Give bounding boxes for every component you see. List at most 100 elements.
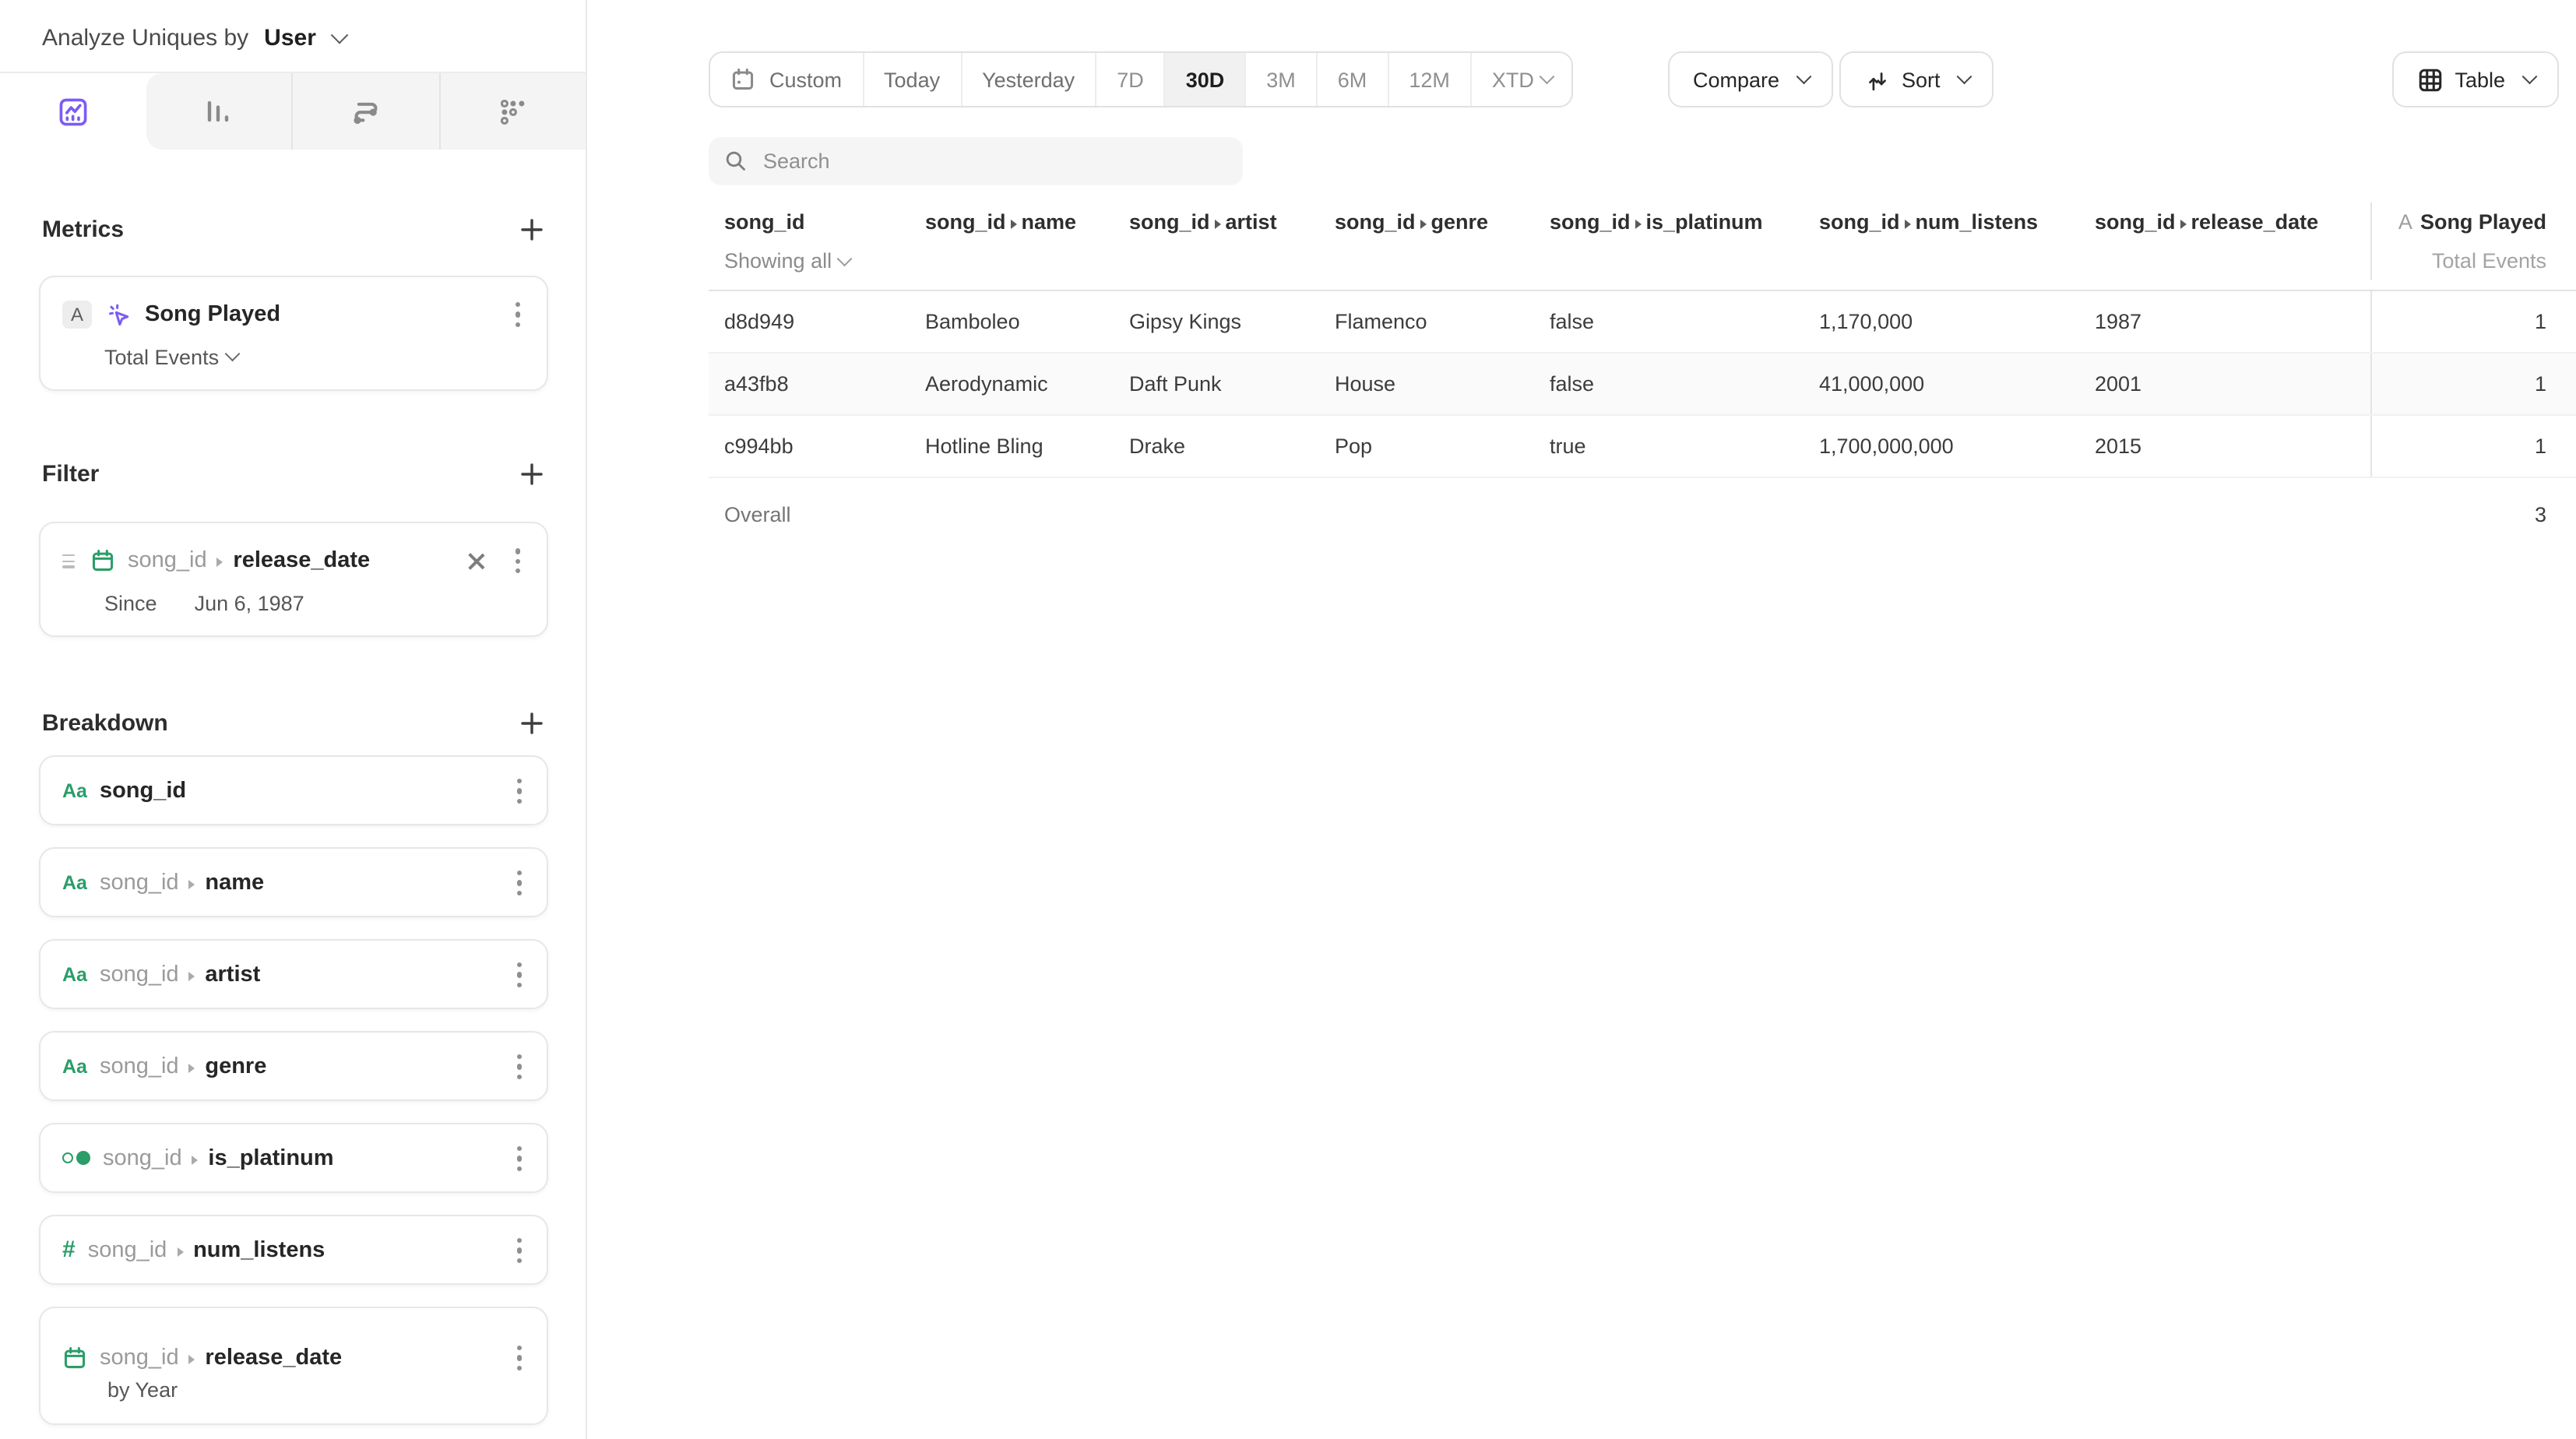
filter-value[interactable]: Jun 6, 1987 [195, 593, 304, 616]
breakdown-item[interactable]: song_id is_platinum [39, 1124, 548, 1194]
add-filter-button[interactable] [514, 456, 548, 491]
breakdown-item[interactable]: Aa song_id name [39, 848, 548, 918]
column-header-is-platinum[interactable]: song_idis_platinum [1534, 202, 1804, 280]
range-12m[interactable]: 12M [1388, 53, 1472, 106]
drag-handle-icon[interactable] [62, 554, 75, 568]
overall-metric-value: 3 [2370, 478, 2576, 550]
cell-genre: Flamenco [1319, 310, 1534, 333]
cell-release-date: 2015 [2079, 435, 2370, 458]
breakdown-property: song_id [88, 1238, 167, 1263]
column-header-artist[interactable]: song_idartist [1114, 202, 1319, 280]
cell-is-platinum: false [1534, 310, 1804, 333]
tab-insights[interactable] [0, 73, 146, 150]
remove-filter-icon[interactable] [465, 551, 485, 572]
breakdown-options-kebab-icon[interactable] [512, 958, 526, 992]
metric-event-name: Song Played [145, 302, 280, 327]
range-7d[interactable]: 7D [1096, 53, 1166, 106]
cell-song-id: c994bb [709, 435, 910, 458]
metric-aggregation[interactable]: Total Events [104, 346, 525, 369]
analysis-header: Analyze Uniques by User [0, 0, 586, 55]
tab-retention[interactable] [438, 73, 586, 150]
property-arrow-icon [192, 1156, 199, 1165]
results-panel: Custom Today Yesterday 7D 30D 3M 6M 12M … [589, 0, 2576, 1439]
breakdown-subproperty: name [205, 871, 264, 895]
filter-card[interactable]: song_id release_date Since Jun 6, 1987 [39, 522, 548, 637]
breakdown-modifier[interactable]: by Year [107, 1378, 526, 1402]
chevron-down-icon [1796, 69, 1810, 83]
number-type-icon: # [62, 1237, 76, 1264]
breakdown-item[interactable]: Aa song_id genre [39, 1032, 548, 1102]
tab-funnels[interactable] [146, 73, 291, 150]
property-arrow-icon [2180, 220, 2187, 229]
range-custom[interactable]: Custom [710, 53, 864, 106]
cell-release-date: 1987 [2079, 310, 2370, 333]
range-6m[interactable]: 6M [1318, 53, 1389, 106]
view-type-label: Table [2455, 68, 2505, 91]
view-type-button[interactable]: Table [2392, 51, 2559, 107]
cell-release-date: 2001 [2079, 372, 2370, 396]
breakdown-item[interactable]: # song_id num_listens [39, 1216, 548, 1286]
sort-button[interactable]: Sort [1839, 51, 1994, 107]
breakdown-options-kebab-icon[interactable] [512, 866, 526, 900]
metric-aggregation-label: Total Events [104, 346, 219, 369]
range-yesterday[interactable]: Yesterday [962, 53, 1096, 106]
breakdown-options-kebab-icon[interactable] [512, 1233, 526, 1268]
column-header-genre[interactable]: song_idgenre [1319, 202, 1534, 280]
filter-options-kebab-icon[interactable] [510, 544, 525, 578]
breakdown-options-kebab-icon[interactable] [512, 1050, 526, 1084]
breakdown-item[interactable]: song_id release_date by Year [39, 1307, 548, 1426]
breakdown-options-kebab-icon[interactable] [512, 774, 526, 808]
funnel-bars-icon [202, 94, 236, 128]
property-arrow-icon [217, 558, 223, 568]
breakdown-section-heading: Breakdown [42, 706, 548, 741]
cell-name: Bamboleo [910, 310, 1114, 333]
flows-icon [349, 94, 383, 128]
range-label: XTD [1492, 68, 1534, 91]
breakdown-options-kebab-icon[interactable] [512, 1341, 526, 1375]
breakdown-property: song_id [100, 1054, 179, 1079]
chevron-down-icon [224, 347, 238, 361]
breakdown-item[interactable]: Aa song_id artist [39, 940, 548, 1010]
column-header-song-id[interactable]: song_id [709, 202, 910, 243]
filter-operator[interactable]: Since [104, 593, 157, 616]
range-3m[interactable]: 3M [1246, 53, 1318, 106]
metric-card[interactable]: A Song Played Total Events [39, 276, 548, 391]
query-builder-sidebar: Analyze Uniques by User [0, 0, 587, 1439]
overall-row: Overall 3 [709, 478, 2576, 550]
cell-song-id: d8d949 [709, 310, 910, 333]
range-30d[interactable]: 30D [1166, 53, 1247, 106]
column-header-name[interactable]: song_idname [910, 202, 1114, 280]
search-input[interactable] [760, 148, 1227, 174]
add-metric-button[interactable] [514, 212, 548, 246]
text-type-icon: Aa [62, 872, 87, 894]
add-breakdown-button[interactable] [514, 706, 548, 741]
table-row: d8d949 Bamboleo Gipsy Kings Flamenco fal… [709, 291, 2576, 354]
chart-type-tabs [0, 72, 586, 150]
tab-flows[interactable] [291, 73, 438, 150]
breakdown-item[interactable]: Aa song_id [39, 756, 548, 826]
cell-metric-value: 1 [2370, 354, 2576, 414]
property-arrow-icon [177, 1247, 183, 1257]
metric-options-kebab-icon[interactable] [510, 297, 525, 332]
compare-button[interactable]: Compare [1668, 51, 1833, 107]
range-xtd[interactable]: XTD [1472, 53, 1572, 106]
entity-selector[interactable]: User [264, 23, 316, 55]
column-header-release-date[interactable]: song_idrelease_date [2079, 202, 2370, 280]
cell-metric-value: 1 [2370, 291, 2576, 352]
range-today[interactable]: Today [864, 53, 962, 106]
range-label: Yesterday [982, 68, 1075, 91]
metric-letter: A [2398, 210, 2412, 234]
filter-title: Filter [42, 460, 99, 487]
text-type-icon: Aa [62, 1056, 87, 1078]
property-arrow-icon [1420, 220, 1427, 229]
column-header-num-listens[interactable]: song_idnum_listens [1804, 202, 2079, 280]
results-table: song_id Showing all song_idname song_ida… [709, 202, 2576, 550]
showing-all-dropdown[interactable]: Showing all [709, 243, 910, 280]
breakdown-options-kebab-icon[interactable] [512, 1142, 526, 1176]
filter-section-heading: Filter [42, 456, 548, 491]
breakdown-subproperty: release_date [205, 1346, 342, 1370]
metrics-title: Metrics [42, 216, 124, 242]
calendar-icon [62, 1346, 87, 1370]
property-arrow-icon [1635, 220, 1642, 229]
column-header-metric[interactable]: ASong Played Total Events [2370, 202, 2576, 280]
